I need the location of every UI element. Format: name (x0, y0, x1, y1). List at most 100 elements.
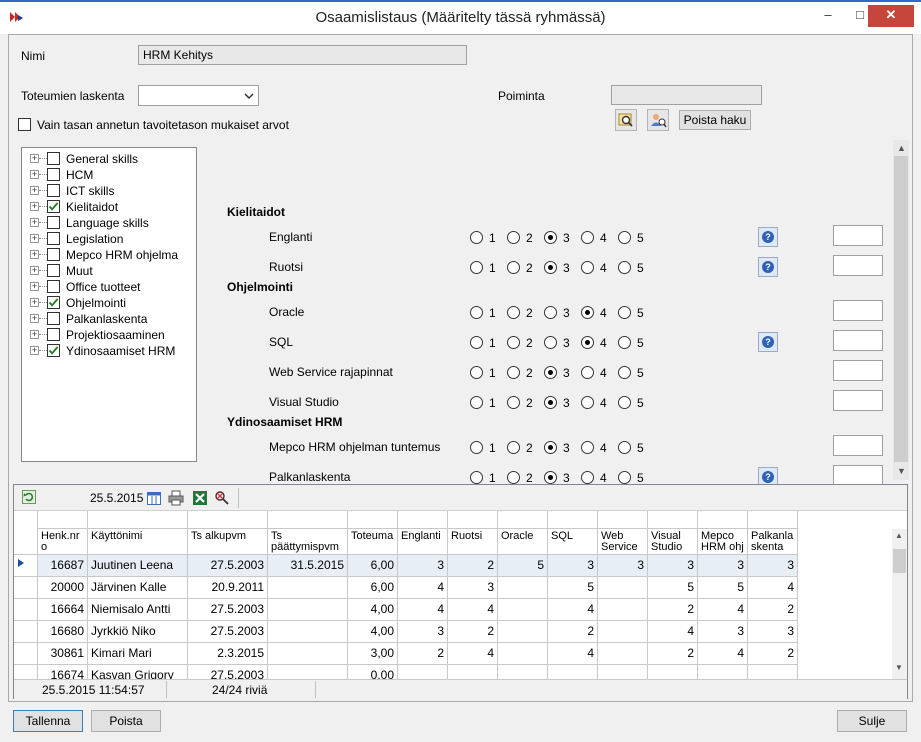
tree-item-checkbox[interactable] (47, 232, 60, 245)
level-radio[interactable] (507, 441, 520, 454)
table-cell[interactable]: 3,00 (348, 643, 398, 665)
level-radio[interactable] (581, 231, 594, 244)
level-radio[interactable] (544, 396, 557, 409)
calc-select[interactable] (138, 85, 259, 106)
print-icon[interactable] (168, 490, 184, 506)
level-radio[interactable] (470, 366, 483, 379)
level-radio[interactable] (507, 471, 520, 484)
table-cell[interactable]: Niemisalo Antti (88, 599, 188, 621)
table-cell[interactable]: 5 (648, 577, 698, 599)
table-cell[interactable]: 6,00 (348, 555, 398, 577)
table-cell[interactable]: Juutinen Leena (88, 555, 188, 577)
table-cell[interactable]: 16664 (38, 599, 88, 621)
table-cell[interactable]: 3 (398, 555, 448, 577)
level-radio[interactable] (618, 441, 631, 454)
table-cell[interactable] (268, 599, 348, 621)
level-radio[interactable] (581, 441, 594, 454)
tree-item-checkbox[interactable] (47, 152, 60, 165)
tree-item-checkbox[interactable] (47, 264, 60, 277)
table-cell[interactable] (498, 599, 548, 621)
level-radio[interactable] (581, 366, 594, 379)
skills-scroll-thumb[interactable] (894, 156, 908, 462)
table-cell[interactable]: 3 (548, 555, 598, 577)
skill-target-field[interactable] (833, 225, 883, 246)
row-header[interactable] (14, 599, 38, 621)
skill-target-field[interactable] (833, 330, 883, 351)
expand-icon[interactable]: + (30, 346, 39, 355)
only-level-checkbox[interactable] (18, 118, 31, 131)
table-cell[interactable]: 5 (548, 577, 598, 599)
table-cell[interactable] (598, 665, 648, 679)
column-header[interactable]: Ts päättymispvm (268, 529, 348, 555)
tree-item[interactable]: + Kielitaidot (28, 199, 196, 215)
table-cell[interactable] (268, 643, 348, 665)
table-cell[interactable] (598, 643, 648, 665)
row-header[interactable] (14, 577, 38, 599)
skills-scrollbar[interactable]: ▲ ▼ (893, 140, 909, 480)
table-cell[interactable]: 4 (548, 599, 598, 621)
table-cell[interactable]: 2 (748, 599, 798, 621)
table-cell[interactable]: 6,00 (348, 577, 398, 599)
tree-item-checkbox[interactable] (47, 280, 60, 293)
delete-button[interactable]: Poista (91, 710, 161, 732)
help-button[interactable]: ? (758, 332, 778, 352)
tree-item[interactable]: + Projektiosaaminen (28, 327, 196, 343)
table-cell[interactable] (498, 621, 548, 643)
level-radio[interactable] (581, 471, 594, 484)
level-radio[interactable] (618, 261, 631, 274)
table-cell[interactable]: 4 (698, 599, 748, 621)
level-radio[interactable] (507, 231, 520, 244)
row-header[interactable] (14, 665, 38, 679)
level-radio[interactable] (470, 471, 483, 484)
expand-icon[interactable]: + (30, 282, 39, 291)
tree-item[interactable]: + Ohjelmointi (28, 295, 196, 311)
table-cell[interactable]: 4 (748, 577, 798, 599)
table-cell[interactable]: 3 (598, 555, 648, 577)
column-header[interactable]: Toteuma (348, 529, 398, 555)
clear-search-button[interactable]: Poista haku (679, 110, 751, 130)
level-radio[interactable] (507, 396, 520, 409)
help-button[interactable]: ? (758, 257, 778, 277)
table-cell[interactable]: 5 (498, 555, 548, 577)
table-cell[interactable] (268, 621, 348, 643)
level-radio[interactable] (544, 261, 557, 274)
skill-target-field[interactable] (833, 390, 883, 411)
level-radio[interactable] (544, 306, 557, 319)
level-radio[interactable] (618, 306, 631, 319)
tree-item[interactable]: + Ydinosaamiset HRM (28, 343, 196, 359)
search-button[interactable] (615, 109, 637, 131)
grid-scroll-thumb[interactable] (893, 549, 906, 573)
level-radio[interactable] (544, 441, 557, 454)
table-cell[interactable] (498, 665, 548, 679)
tree-item-checkbox[interactable] (47, 296, 60, 309)
clear-filter-icon[interactable] (214, 490, 230, 506)
close-button[interactable]: Sulje (837, 710, 907, 732)
level-radio[interactable] (470, 396, 483, 409)
table-cell[interactable]: 2 (448, 621, 498, 643)
grid-scroll-down-icon[interactable]: ▼ (895, 663, 903, 672)
table-cell[interactable]: 3 (698, 555, 748, 577)
skill-target-field[interactable] (833, 465, 883, 486)
expand-icon[interactable]: + (30, 218, 39, 227)
level-radio[interactable] (470, 261, 483, 274)
table-cell[interactable]: 20000 (38, 577, 88, 599)
level-radio[interactable] (470, 441, 483, 454)
scroll-down-icon[interactable]: ▼ (897, 466, 906, 476)
expand-icon[interactable]: + (30, 170, 39, 179)
skill-target-field[interactable] (833, 300, 883, 321)
table-cell[interactable]: 20.9.2011 (188, 577, 268, 599)
table-cell[interactable]: 27.5.2003 (188, 665, 268, 679)
level-radio[interactable] (544, 231, 557, 244)
table-cell[interactable]: 27.5.2003 (188, 599, 268, 621)
name-field[interactable]: HRM Kehitys (138, 45, 467, 65)
table-cell[interactable]: Kasvan Grigory (88, 665, 188, 679)
tree-item-checkbox[interactable] (47, 344, 60, 357)
table-cell[interactable] (748, 665, 798, 679)
person-search-button[interactable] (647, 109, 669, 131)
level-radio[interactable] (507, 366, 520, 379)
table-cell[interactable]: 2 (648, 599, 698, 621)
level-radio[interactable] (581, 336, 594, 349)
table-cell[interactable] (698, 665, 748, 679)
expand-icon[interactable]: + (30, 266, 39, 275)
table-cell[interactable] (498, 577, 548, 599)
